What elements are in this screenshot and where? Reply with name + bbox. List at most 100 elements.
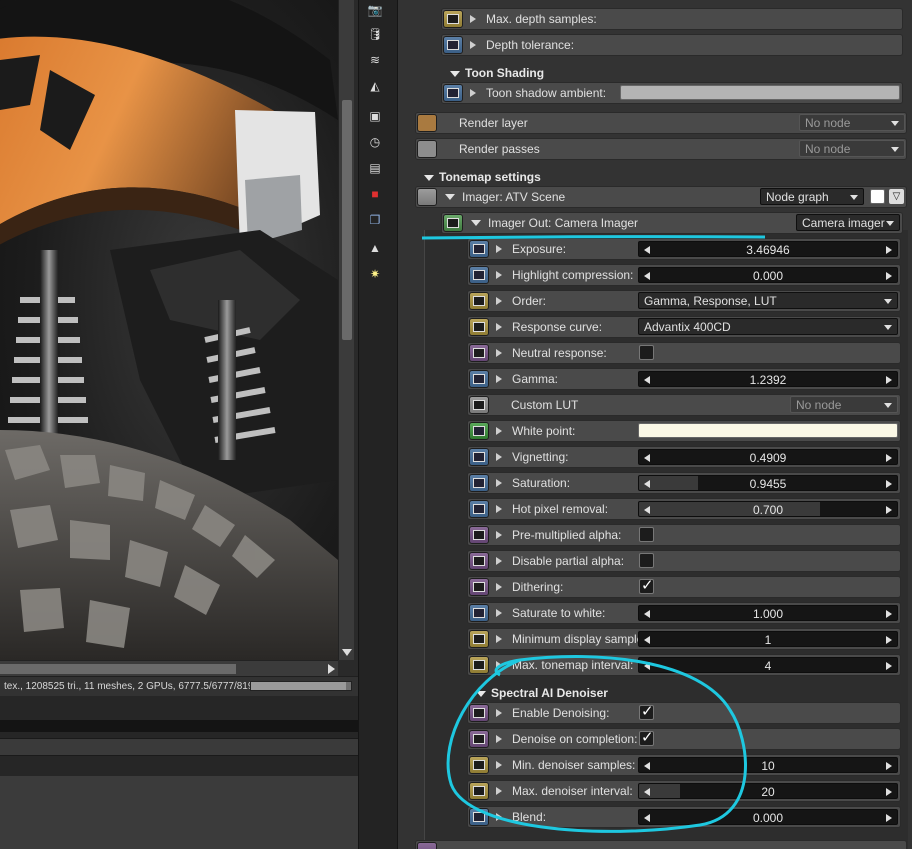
depth-tolerance-pin-icon[interactable] <box>443 36 463 54</box>
max-tonemap-interval-slider[interactable]: 4 <box>638 657 898 673</box>
expand-arrow-icon[interactable] <box>496 709 502 717</box>
viewport-vertical-scrollbar[interactable] <box>338 0 354 660</box>
imager-out-dropdown[interactable]: Camera imager <box>796 214 900 231</box>
collapse-arrow-icon[interactable] <box>445 194 455 200</box>
max-denoiser-interval-slider[interactable]: 20 <box>638 783 898 799</box>
custom-lut-pin-icon[interactable] <box>469 396 489 414</box>
increment-arrow-icon[interactable] <box>886 454 892 462</box>
tonemap-settings-section-header[interactable]: Tonemap settings <box>424 170 541 184</box>
saturation-pin-icon[interactable] <box>469 474 489 492</box>
expand-arrow-icon[interactable] <box>470 41 476 49</box>
increment-arrow-icon[interactable] <box>886 636 892 644</box>
exposure-pin-icon[interactable] <box>469 240 489 258</box>
vertical-scroll-thumb[interactable] <box>342 100 352 340</box>
denoise-on-completion-pin-icon[interactable] <box>469 730 489 748</box>
dithering-checkbox[interactable]: ✓ <box>639 577 654 594</box>
sparkle-icon[interactable]: ✷ <box>367 266 383 282</box>
expand-arrow-icon[interactable] <box>496 583 502 591</box>
filter-icon[interactable]: ▽ <box>889 189 904 204</box>
increment-arrow-icon[interactable] <box>886 480 892 488</box>
expand-arrow-icon[interactable] <box>496 787 502 795</box>
increment-arrow-icon[interactable] <box>886 788 892 796</box>
imager-pin-icon[interactable] <box>417 188 437 206</box>
expand-arrow-icon[interactable] <box>496 349 502 357</box>
dithering-pin-icon[interactable] <box>469 578 489 596</box>
increment-arrow-icon[interactable] <box>886 610 892 618</box>
vignetting-slider[interactable]: 0.4909 <box>638 449 898 465</box>
expand-arrow-icon[interactable] <box>470 15 476 23</box>
imager-out-pin-icon[interactable] <box>443 214 463 232</box>
blend-slider[interactable]: 0.000 <box>638 809 898 825</box>
increment-arrow-icon[interactable] <box>886 814 892 822</box>
imager-mode-dropdown[interactable]: Node graph <box>760 188 864 205</box>
copy-icon[interactable]: ❐ <box>367 212 383 228</box>
partial-row-pin-icon[interactable] <box>417 842 437 849</box>
saturate-to-white-pin-icon[interactable] <box>469 604 489 622</box>
increment-arrow-icon[interactable] <box>886 272 892 280</box>
expand-arrow-icon[interactable] <box>496 661 502 669</box>
expand-arrow-icon[interactable] <box>496 761 502 769</box>
denoise-on-completion-checkbox[interactable]: ✓ <box>639 729 654 746</box>
render-viewport[interactable] <box>0 0 338 660</box>
expand-arrow-icon[interactable] <box>496 245 502 253</box>
expand-arrow-icon[interactable] <box>496 609 502 617</box>
exposure-slider[interactable]: 3.46946 <box>638 241 898 257</box>
expand-arrow-icon[interactable] <box>496 427 502 435</box>
order-pin-icon[interactable] <box>469 292 489 310</box>
pre-multiplied-alpha-checkbox[interactable] <box>639 527 654 542</box>
expand-arrow-icon[interactable] <box>496 635 502 643</box>
neutral-response-checkbox[interactable] <box>639 345 654 360</box>
expand-arrow-icon[interactable] <box>496 479 502 487</box>
expand-arrow-icon[interactable] <box>496 375 502 383</box>
expand-arrow-icon[interactable] <box>496 531 502 539</box>
disable-partial-alpha-checkbox[interactable] <box>639 553 654 568</box>
max-tonemap-interval-pin-icon[interactable] <box>469 656 489 674</box>
toon-shadow-ambient-pin-icon[interactable] <box>443 84 463 102</box>
spectral-ai-denoiser-section-header[interactable]: Spectral AI Denoiser <box>476 686 608 700</box>
region-icon[interactable]: ▣ <box>367 108 383 124</box>
horizontal-scroll-thumb[interactable] <box>0 664 236 674</box>
disable-partial-alpha-pin-icon[interactable] <box>469 552 489 570</box>
neutral-response-pin-icon[interactable] <box>469 344 489 362</box>
blend-pin-icon[interactable] <box>469 808 489 826</box>
increment-arrow-icon[interactable] <box>886 762 892 770</box>
clock-icon[interactable]: ◷ <box>367 134 383 150</box>
saturate-to-white-slider[interactable]: 1.000 <box>638 605 898 621</box>
render-layer-pin-icon[interactable] <box>417 114 437 132</box>
expand-arrow-icon[interactable] <box>496 323 502 331</box>
toon-shadow-ambient-swatch[interactable] <box>620 85 900 100</box>
scroll-down-arrow-icon[interactable] <box>342 649 352 656</box>
image-icon[interactable]: ▲ <box>367 240 383 256</box>
max-denoiser-interval-pin-icon[interactable] <box>469 782 489 800</box>
gamma-pin-icon[interactable] <box>469 370 489 388</box>
min-denoiser-samples-pin-icon[interactable] <box>469 756 489 774</box>
highlight-compression-pin-icon[interactable] <box>469 266 489 284</box>
layers-icon[interactable]: ≋ <box>367 52 383 68</box>
minimum-display-samples-pin-icon[interactable] <box>469 630 489 648</box>
toon-shading-section-header[interactable]: Toon Shading <box>450 66 544 80</box>
minimum-display-samples-slider[interactable]: 1 <box>638 631 898 647</box>
expand-arrow-icon[interactable] <box>496 297 502 305</box>
render-passes-node-dropdown[interactable]: No node <box>799 140 905 157</box>
increment-arrow-icon[interactable] <box>886 246 892 254</box>
highlight-compression-slider[interactable]: 0.000 <box>638 267 898 283</box>
min-denoiser-samples-slider[interactable]: 10 <box>638 757 898 773</box>
pre-multiplied-alpha-pin-icon[interactable] <box>469 526 489 544</box>
expand-arrow-icon[interactable] <box>496 813 502 821</box>
white-point-color-swatch[interactable] <box>638 423 898 438</box>
viewport-horizontal-scrollbar[interactable] <box>0 660 338 676</box>
increment-arrow-icon[interactable] <box>886 662 892 670</box>
hot-pixel-removal-pin-icon[interactable] <box>469 500 489 518</box>
increment-arrow-icon[interactable] <box>886 506 892 514</box>
expand-arrow-icon[interactable] <box>470 89 476 97</box>
max-depth-samples-pin-icon[interactable] <box>443 10 463 28</box>
order-dropdown[interactable]: Gamma, Response, LUT <box>638 292 898 309</box>
increment-arrow-icon[interactable] <box>886 376 892 384</box>
material-icon[interactable]: ◭ <box>367 78 383 94</box>
response-curve-dropdown[interactable]: Advantix 400CD <box>638 318 898 335</box>
collapse-arrow-icon[interactable] <box>471 220 481 226</box>
render-passes-pin-icon[interactable] <box>417 140 437 158</box>
cube-icon[interactable]: ■ <box>367 186 383 202</box>
expand-arrow-icon[interactable] <box>496 453 502 461</box>
saturation-slider[interactable]: 0.9455 <box>638 475 898 491</box>
